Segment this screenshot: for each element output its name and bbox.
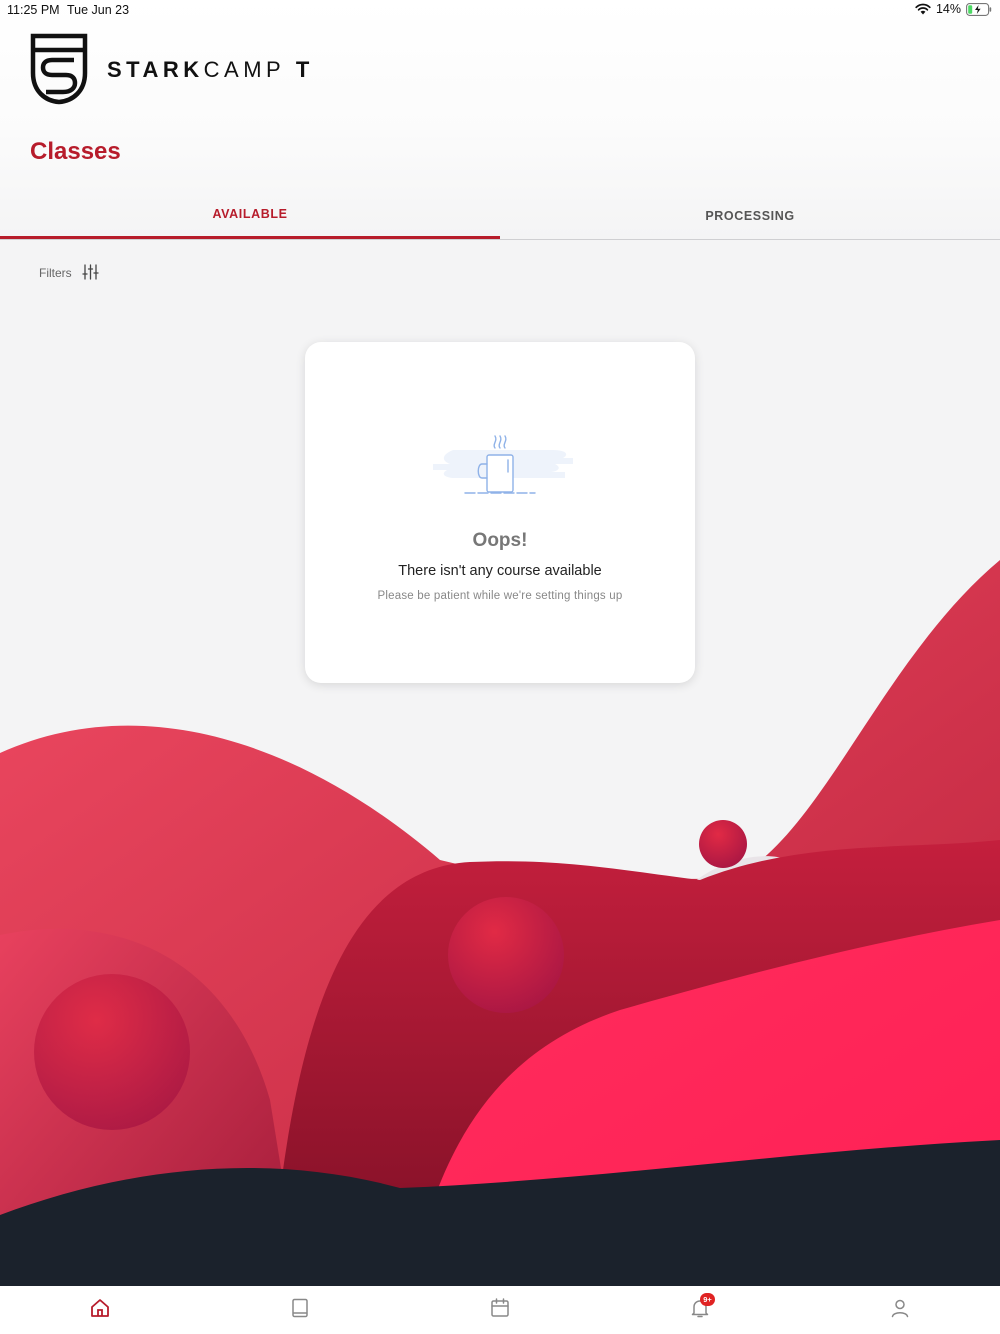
empty-state-card: Oops! There isn't any course available P… xyxy=(305,342,695,683)
nav-notifications[interactable]: 9+ xyxy=(688,1293,715,1320)
empty-state-title: Oops! xyxy=(472,530,528,551)
shield-logo-icon xyxy=(30,33,88,105)
wifi-icon xyxy=(915,3,931,15)
coffee-mug-icon xyxy=(433,435,573,494)
book-icon xyxy=(292,1298,308,1318)
sliders-icon xyxy=(82,263,99,283)
nav-profile[interactable] xyxy=(888,1296,912,1320)
status-time: 11:25 PM xyxy=(7,3,60,17)
filters-button[interactable]: Filters xyxy=(39,263,99,283)
empty-state-submessage: Please be patient while we're setting th… xyxy=(377,590,623,602)
filters-label: Filters xyxy=(39,266,72,280)
nav-home[interactable] xyxy=(88,1296,112,1320)
status-bar: 11:25 PM Tue Jun 23 14% xyxy=(0,0,1000,22)
page-title: Classes xyxy=(30,138,121,165)
tab-available[interactable]: AVAILABLE xyxy=(0,192,500,239)
tab-bar: AVAILABLE PROCESSING xyxy=(0,192,1000,240)
brand-name: STARKCAMP T xyxy=(107,57,314,83)
brand-logo: STARKCAMP T xyxy=(30,33,340,105)
brand-name-strong: STARK xyxy=(107,57,204,82)
tab-processing[interactable]: PROCESSING xyxy=(500,192,1000,239)
battery-charging-icon xyxy=(966,2,992,16)
user-icon xyxy=(891,1299,909,1318)
calendar-icon xyxy=(491,1298,509,1317)
home-icon xyxy=(91,1299,109,1317)
notification-badge: 9+ xyxy=(700,1293,715,1306)
nav-calendar[interactable] xyxy=(488,1296,512,1320)
status-right: 14% xyxy=(915,2,992,16)
bottom-nav: 9+ xyxy=(0,1286,1000,1334)
brand-name-light: CAMP xyxy=(203,57,286,82)
empty-state-message: There isn't any course available xyxy=(398,563,602,579)
battery-percentage: 14% xyxy=(935,2,961,16)
status-date: Tue Jun 23 xyxy=(67,3,130,17)
nav-courses[interactable] xyxy=(288,1296,312,1320)
brand-name-suffix: T xyxy=(295,57,314,82)
